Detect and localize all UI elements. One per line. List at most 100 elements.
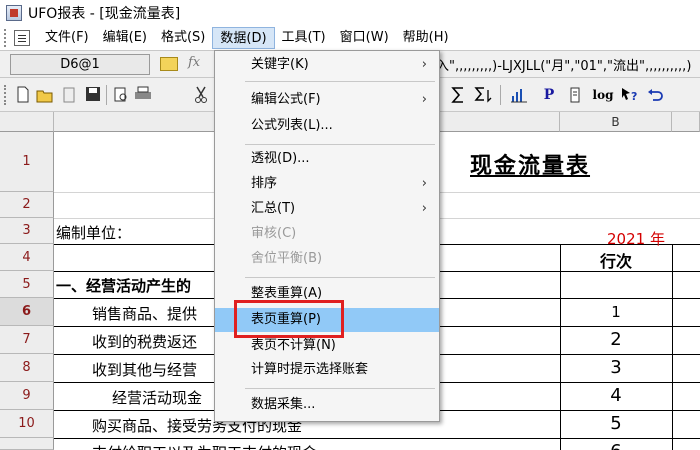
menu-item-formula-list[interactable]: 公式列表(L)... [215, 114, 439, 138]
row-header[interactable]: 2 [0, 192, 54, 218]
table-row-label[interactable]: 销售商品、提供 [92, 303, 197, 324]
open-icon[interactable] [36, 86, 54, 104]
menu-bar: 文件(F) 编辑(E) 格式(S) 数据(D) 工具(T) 窗口(W) 帮助(H… [0, 26, 700, 50]
menu-format[interactable]: 格式(S) [154, 27, 212, 49]
table-border [672, 244, 673, 450]
submenu-arrow-icon: › [421, 92, 427, 107]
submenu-arrow-icon: › [421, 201, 427, 216]
menu-item-data-collect[interactable]: 数据采集... [215, 393, 439, 417]
menu-window[interactable]: 窗口(W) [333, 27, 396, 49]
print-icon[interactable] [134, 86, 152, 104]
log-icon[interactable]: log [592, 86, 614, 104]
bold-p-icon[interactable]: P [540, 86, 558, 104]
menu-item-label: 计算时提示选择账套 [251, 362, 369, 377]
menu-item-label: 舍位平衡(B) [251, 251, 323, 266]
toolbar-separator [500, 85, 501, 105]
toolbar-grip[interactable] [4, 85, 7, 105]
menu-item-label: 排序 [251, 176, 278, 191]
row-header[interactable]: 1 [0, 132, 54, 192]
svg-text:?: ? [631, 90, 637, 103]
menu-item-pivot[interactable]: 透视(D)... [215, 147, 439, 171]
sum-list-icon[interactable] [474, 86, 492, 104]
menu-item-keyword[interactable]: 关键字(K) › [215, 53, 439, 77]
table-row-label[interactable]: 收到其他与经营 [92, 359, 197, 380]
submenu-arrow-icon: › [421, 57, 427, 72]
cell-reference-box[interactable]: D6@1 [10, 54, 150, 75]
menu-separator [245, 277, 435, 278]
table-row-number[interactable]: 3 [560, 357, 672, 378]
menu-file[interactable]: 文件(F) [38, 27, 96, 49]
menu-item-label: 编辑公式(F) [251, 92, 321, 107]
editor-label[interactable]: 编制单位： [56, 222, 131, 243]
table-row-label[interactable]: 经营活动现金 [112, 387, 202, 408]
new-icon[interactable] [14, 86, 32, 104]
menu-item-prompt-account[interactable]: 计算时提示选择账套 [215, 358, 439, 382]
title-bar: UFO报表 - [现金流量表] [0, 0, 700, 26]
table-row-number[interactable]: 1 [560, 303, 672, 321]
menu-item-label: 数据采集... [251, 397, 316, 412]
table-row-label[interactable]: 一、经营活动产生的 [56, 275, 191, 296]
column-header-b[interactable]: B [560, 112, 672, 132]
cut-icon[interactable] [192, 86, 210, 104]
corner-header[interactable] [0, 112, 54, 132]
row-header[interactable]: 4 [0, 244, 54, 271]
highlight-box [234, 300, 344, 338]
formula-input[interactable]: 入",,,,,,,,,)-LJXJLL("月","01","流出",,,,,,,… [436, 55, 700, 74]
menu-separator [245, 81, 435, 82]
save-icon[interactable] [84, 86, 102, 104]
sum-icon[interactable] [450, 86, 468, 104]
table-row-number[interactable]: 5 [560, 413, 672, 434]
menu-item-edit-formula[interactable]: 编辑公式(F) › [215, 88, 439, 112]
menu-item-rounding-balance: 舍位平衡(B) [215, 247, 439, 271]
row-header[interactable]: 3 [0, 218, 54, 244]
menu-help[interactable]: 帮助(H) [396, 27, 456, 49]
menu-item-label: 整表重算(A) [251, 286, 323, 301]
menu-item-summary[interactable]: 汇总(T) › [215, 197, 439, 221]
toolbar-separator [106, 85, 107, 105]
row-header[interactable]: 5 [0, 271, 54, 298]
menu-item-sort[interactable]: 排序 › [215, 172, 439, 196]
menu-item-label: 关键字(K) [251, 57, 309, 72]
row-header[interactable] [0, 438, 54, 450]
menu-item-label: 汇总(T) [251, 201, 296, 216]
row-header-selected[interactable]: 6 [0, 298, 54, 326]
format-icon[interactable] [566, 86, 584, 104]
data-menu-dropdown: 关键字(K) › 编辑公式(F) › 公式列表(L)... 透视(D)... 排… [214, 50, 440, 422]
report-year[interactable]: 2021 年 [607, 228, 665, 249]
fx-icon[interactable]: fx [188, 55, 200, 70]
menu-item-label: 表页不计算(N) [251, 338, 336, 353]
row-header[interactable]: 8 [0, 354, 54, 382]
app-icon [6, 5, 22, 21]
menu-separator [245, 388, 435, 389]
row-header[interactable]: 10 [0, 410, 54, 438]
menu-separator [245, 144, 435, 145]
column-header-c[interactable] [672, 112, 700, 132]
formula-folder-icon[interactable] [160, 57, 178, 71]
chart-icon[interactable] [510, 86, 528, 104]
document-icon[interactable] [14, 30, 30, 46]
column-label-hangci[interactable]: 行次 [560, 248, 672, 272]
report-title: 现金流量表 [470, 153, 591, 179]
table-row-number[interactable]: 4 [560, 385, 672, 406]
menu-item-audit: 审核(C) [215, 222, 439, 246]
table-border [54, 438, 700, 439]
table-row-label-partial[interactable]: 支付给职工以及为职工支付的现金 [92, 442, 317, 450]
menu-tools[interactable]: 工具(T) [275, 27, 333, 49]
print-preview-icon[interactable] [112, 86, 130, 104]
undo-icon[interactable] [646, 86, 664, 104]
page-icon[interactable] [60, 86, 78, 104]
help-pointer-icon[interactable]: ? [620, 86, 638, 104]
table-row-number[interactable]: 2 [560, 329, 672, 350]
menu-item-label: 审核(C) [251, 226, 297, 241]
menubar-grip[interactable] [4, 29, 8, 47]
menu-item-label: 公式列表(L)... [251, 118, 333, 133]
menu-data[interactable]: 数据(D) [212, 27, 275, 49]
menu-item-label: 透视(D)... [251, 151, 310, 166]
window-title: UFO报表 - [现金流量表] [28, 6, 181, 22]
row-header[interactable]: 7 [0, 326, 54, 354]
table-row-number-partial[interactable]: 6 [560, 441, 672, 450]
menu-edit[interactable]: 编辑(E) [96, 27, 154, 49]
row-header[interactable]: 9 [0, 382, 54, 410]
submenu-arrow-icon: › [421, 176, 427, 191]
table-row-label[interactable]: 收到的税费返还 [92, 331, 197, 352]
